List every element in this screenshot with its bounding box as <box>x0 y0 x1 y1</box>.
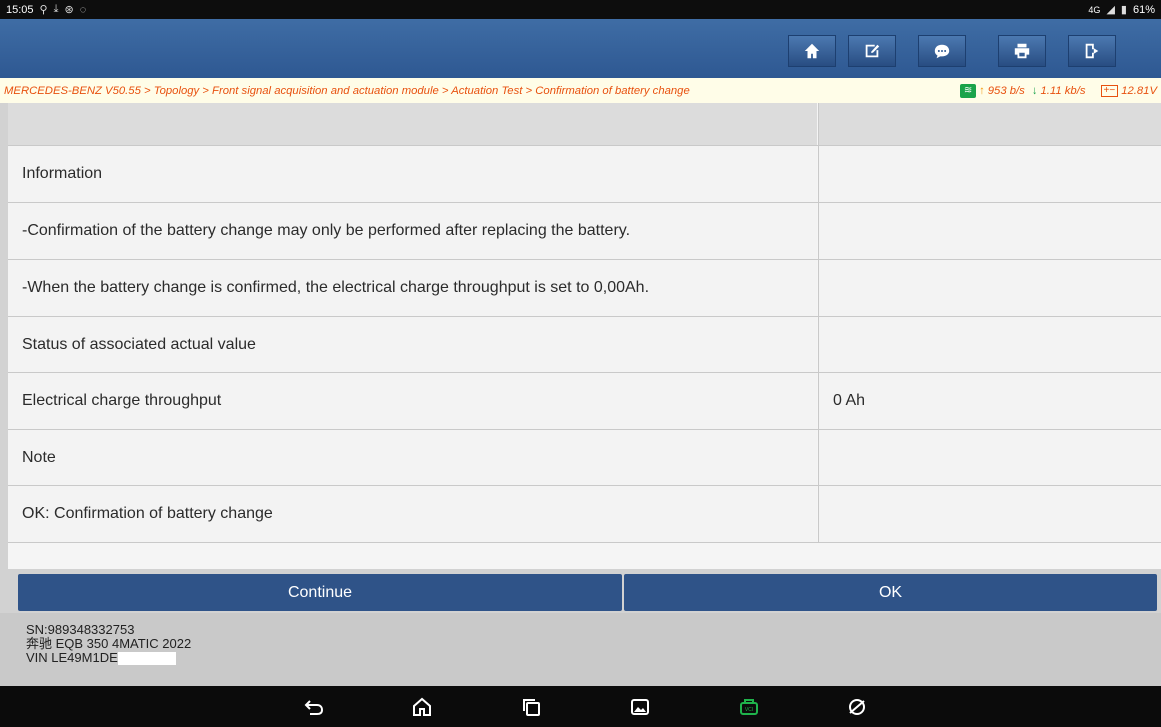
battery-icon: ▮ <box>1120 4 1127 16</box>
vin-number: VIN LE49M1DE <box>26 650 118 665</box>
recents-icon <box>523 699 540 716</box>
back-button[interactable] <box>303 696 325 718</box>
table-cell-label <box>8 103 817 145</box>
upload-rate: 953 b/s <box>987 84 1025 97</box>
home-icon <box>804 43 820 59</box>
vehicle-model: 奔驰 EQB 350 4MATIC 2022 <box>26 636 192 651</box>
battery-voltage-icon: +− <box>1100 84 1119 97</box>
vin-row: VIN LE49M1DE <box>26 650 1161 666</box>
table-row[interactable]: Status of associated actual value <box>8 317 1161 373</box>
upload-arrow-icon: ↑ <box>979 84 985 97</box>
exit-icon <box>1085 43 1099 59</box>
network-indicator: 4G <box>1088 4 1101 15</box>
battery-voltage: 12.81V <box>1121 84 1157 97</box>
back-icon <box>304 700 324 715</box>
table-cell-value <box>818 317 1161 372</box>
svg-text:VCI: VCI <box>745 707 753 713</box>
top-toolbar <box>0 19 1161 78</box>
table-cell-value <box>818 203 1161 259</box>
vehicle-info: SN:989348332753 奔驰 EQB 350 4MATIC 2022 V… <box>0 613 1161 686</box>
serial-number: SN:989348332753 <box>26 622 135 637</box>
table-row[interactable]: Note <box>8 430 1161 486</box>
status-bar: 15:05 ⚲ ⤓ ⊛ ◌ 4G ◢ ▮ 61% <box>0 0 1161 19</box>
breadcrumb-path: MERCEDES-BENZ V50.55 > Topology > Front … <box>4 84 690 97</box>
table-row[interactable]: -Confirmation of the battery change may … <box>8 203 1161 260</box>
clock: 15:05 <box>6 3 34 16</box>
chat-button[interactable] <box>918 35 966 67</box>
table-header-row <box>8 103 1161 146</box>
download-arrow-icon: ↓ <box>1031 84 1038 97</box>
ok-button[interactable]: OK <box>624 574 1157 611</box>
chat-bubble-icon <box>934 44 950 59</box>
vci-button[interactable]: VCI <box>738 696 760 718</box>
table-cell-label: Electrical charge throughput <box>8 373 817 429</box>
table-cell-value: 0 Ah <box>818 373 1161 429</box>
table-cell-label: Status of associated actual value <box>8 317 817 372</box>
home-nav-button[interactable] <box>411 696 433 718</box>
browser-button[interactable] <box>846 696 868 718</box>
breadcrumb: MERCEDES-BENZ V50.55 > Topology > Front … <box>0 78 1161 103</box>
edit-icon <box>865 44 880 58</box>
download-icon: ⤓ <box>53 3 59 15</box>
chat-icon: ◌ <box>79 3 87 16</box>
printer-icon <box>1014 43 1030 59</box>
vci-icon: VCI <box>740 699 758 715</box>
system-nav-bar: VCI <box>0 686 1161 727</box>
table-cell-value <box>818 486 1161 542</box>
connection-status: ≋ ↑ 953 b/s ↓ 1.11 kb/s +− 12.81V <box>960 78 1157 103</box>
data-table: Information -Confirmation of the battery… <box>8 103 1161 569</box>
print-button[interactable] <box>998 35 1046 67</box>
table-cell-label: -Confirmation of the battery change may … <box>8 203 817 259</box>
recents-button[interactable] <box>520 696 542 718</box>
signal-icon: ◢ <box>1106 4 1115 16</box>
table-row[interactable]: -When the battery change is confirmed, t… <box>8 260 1161 317</box>
table-cell-value <box>818 260 1161 316</box>
edit-button[interactable] <box>848 35 896 67</box>
home-outline-icon <box>413 697 431 716</box>
exit-button[interactable] <box>1068 35 1116 67</box>
table-row[interactable]: Electrical charge throughput 0 Ah <box>8 373 1161 430</box>
table-row[interactable]: OK: Confirmation of battery change <box>8 486 1161 543</box>
gallery-button[interactable] <box>629 696 651 718</box>
table-cell-value <box>818 103 1161 145</box>
table-row[interactable]: Information <box>8 146 1161 203</box>
usb-icon: ⚲ <box>39 4 48 16</box>
battery-level: 61% <box>1132 3 1155 16</box>
gallery-icon <box>631 699 649 715</box>
home-button[interactable] <box>788 35 836 67</box>
browser-icon <box>849 699 865 715</box>
table-cell-label: OK: Confirmation of battery change <box>8 486 817 542</box>
download-rate: 1.11 kb/s <box>1040 84 1086 97</box>
continue-button[interactable]: Continue <box>18 574 622 611</box>
wifi-icon: ≋ <box>960 83 977 98</box>
action-bar: Continue OK <box>18 574 1157 611</box>
table-cell-label: -When the battery change is confirmed, t… <box>8 260 817 316</box>
table-cell-label: Note <box>8 430 817 485</box>
table-cell-value <box>818 146 1161 202</box>
table-cell-value <box>818 430 1161 485</box>
settings-icon: ⊛ <box>64 4 74 16</box>
vin-redaction <box>117 652 176 666</box>
table-cell-label: Information <box>8 146 817 202</box>
